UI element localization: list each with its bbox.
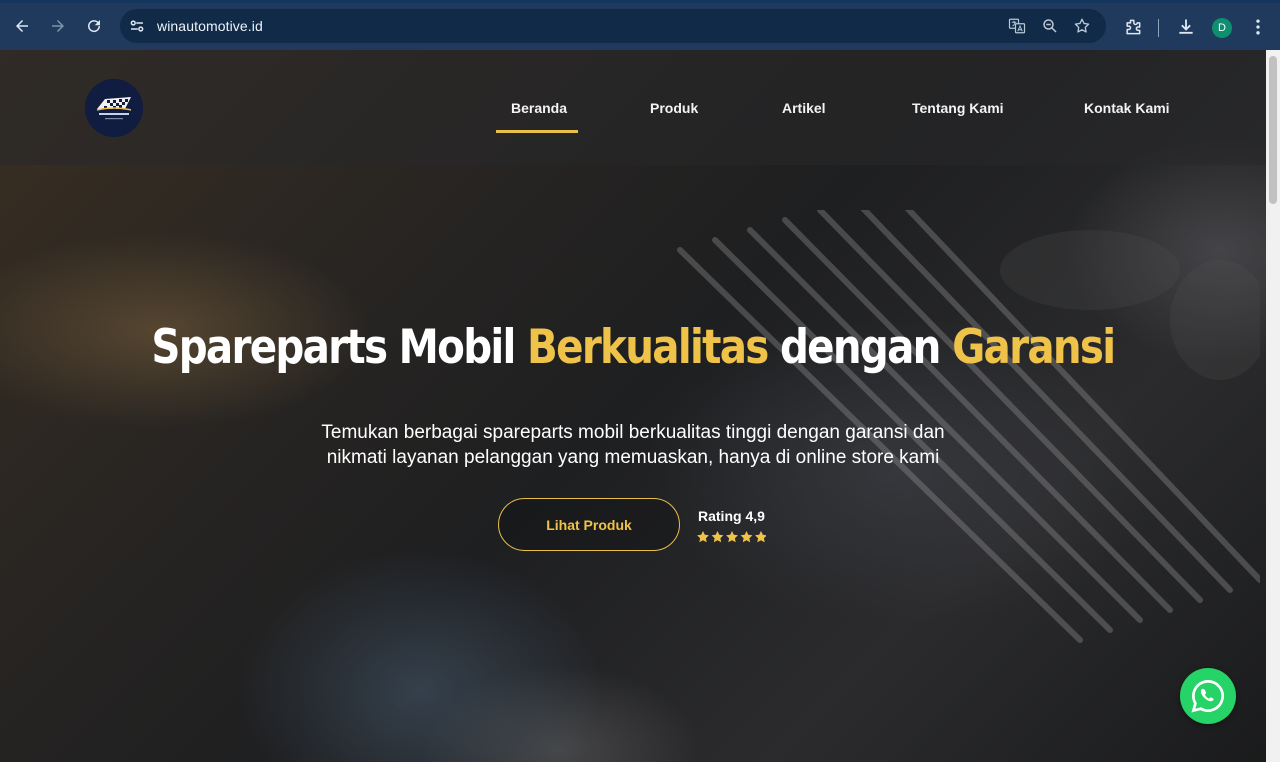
scrollbar-thumb[interactable] bbox=[1269, 56, 1277, 204]
hero-section: Beranda Produk Artikel Tentang Kami Kont… bbox=[0, 50, 1266, 762]
profile-avatar[interactable]: D bbox=[1212, 18, 1232, 38]
nav-active-indicator bbox=[496, 130, 578, 133]
hero-title-highlight-1: Berkualitas bbox=[527, 320, 769, 375]
rating-label: Rating 4,9 bbox=[698, 508, 765, 524]
rating-star bbox=[740, 531, 753, 543]
nav-link-tentang-kami[interactable]: Tentang Kami bbox=[912, 100, 1004, 116]
more-menu-icon[interactable] bbox=[1248, 17, 1268, 37]
site-header: Beranda Produk Artikel Tentang Kami Kont… bbox=[0, 50, 1266, 165]
whatsapp-icon bbox=[1191, 680, 1224, 713]
translate-icon[interactable] bbox=[1008, 17, 1026, 35]
rating-star bbox=[697, 531, 709, 543]
forward-icon[interactable] bbox=[45, 13, 71, 39]
hero-title-highlight-2: Garansi bbox=[952, 320, 1116, 375]
address-bar[interactable]: winautomotive.id bbox=[120, 9, 1106, 43]
zoom-icon[interactable] bbox=[1041, 17, 1059, 35]
hero-title-part1: Spareparts Mobil bbox=[151, 320, 528, 375]
hero-title-part2: dengan bbox=[767, 320, 953, 375]
view-products-button[interactable]: Lihat Produk bbox=[498, 498, 680, 551]
nav-link-kontak-kami[interactable]: Kontak Kami bbox=[1084, 100, 1170, 116]
rating-star bbox=[711, 531, 724, 543]
nav-link-artikel[interactable]: Artikel bbox=[782, 100, 826, 116]
hero-subtitle-line-2: nikmati layanan pelanggan yang memuaskan… bbox=[326, 447, 940, 468]
toolbar-divider bbox=[1158, 19, 1159, 37]
hero-subtitle-line-1: Temukan berbagai spareparts mobil berkua… bbox=[321, 422, 945, 443]
nav-link-produk[interactable]: Produk bbox=[650, 100, 698, 116]
page-scrollbar[interactable] bbox=[1266, 50, 1280, 762]
whatsapp-chat-button[interactable] bbox=[1180, 668, 1236, 724]
url-text[interactable]: winautomotive.id bbox=[157, 18, 263, 34]
reload-icon[interactable] bbox=[81, 13, 107, 39]
site-logo[interactable] bbox=[85, 79, 143, 137]
download-icon[interactable] bbox=[1176, 17, 1196, 37]
hero-subtitle: Temukan berbagai spareparts mobil berkua… bbox=[283, 420, 983, 470]
nav-link-beranda[interactable]: Beranda bbox=[511, 100, 567, 116]
hero-title: Spareparts Mobil Berkualitas dengan Gara… bbox=[88, 320, 1177, 375]
extensions-icon[interactable] bbox=[1123, 17, 1143, 37]
browser-toolbar: winautomotive.id D bbox=[0, 0, 1280, 50]
site-settings-icon[interactable] bbox=[128, 17, 146, 35]
rating-star-partial bbox=[755, 531, 766, 543]
rating-star bbox=[726, 531, 738, 543]
bookmark-star-icon[interactable] bbox=[1073, 17, 1091, 35]
rating-stars bbox=[697, 531, 766, 543]
back-icon[interactable] bbox=[9, 13, 35, 39]
